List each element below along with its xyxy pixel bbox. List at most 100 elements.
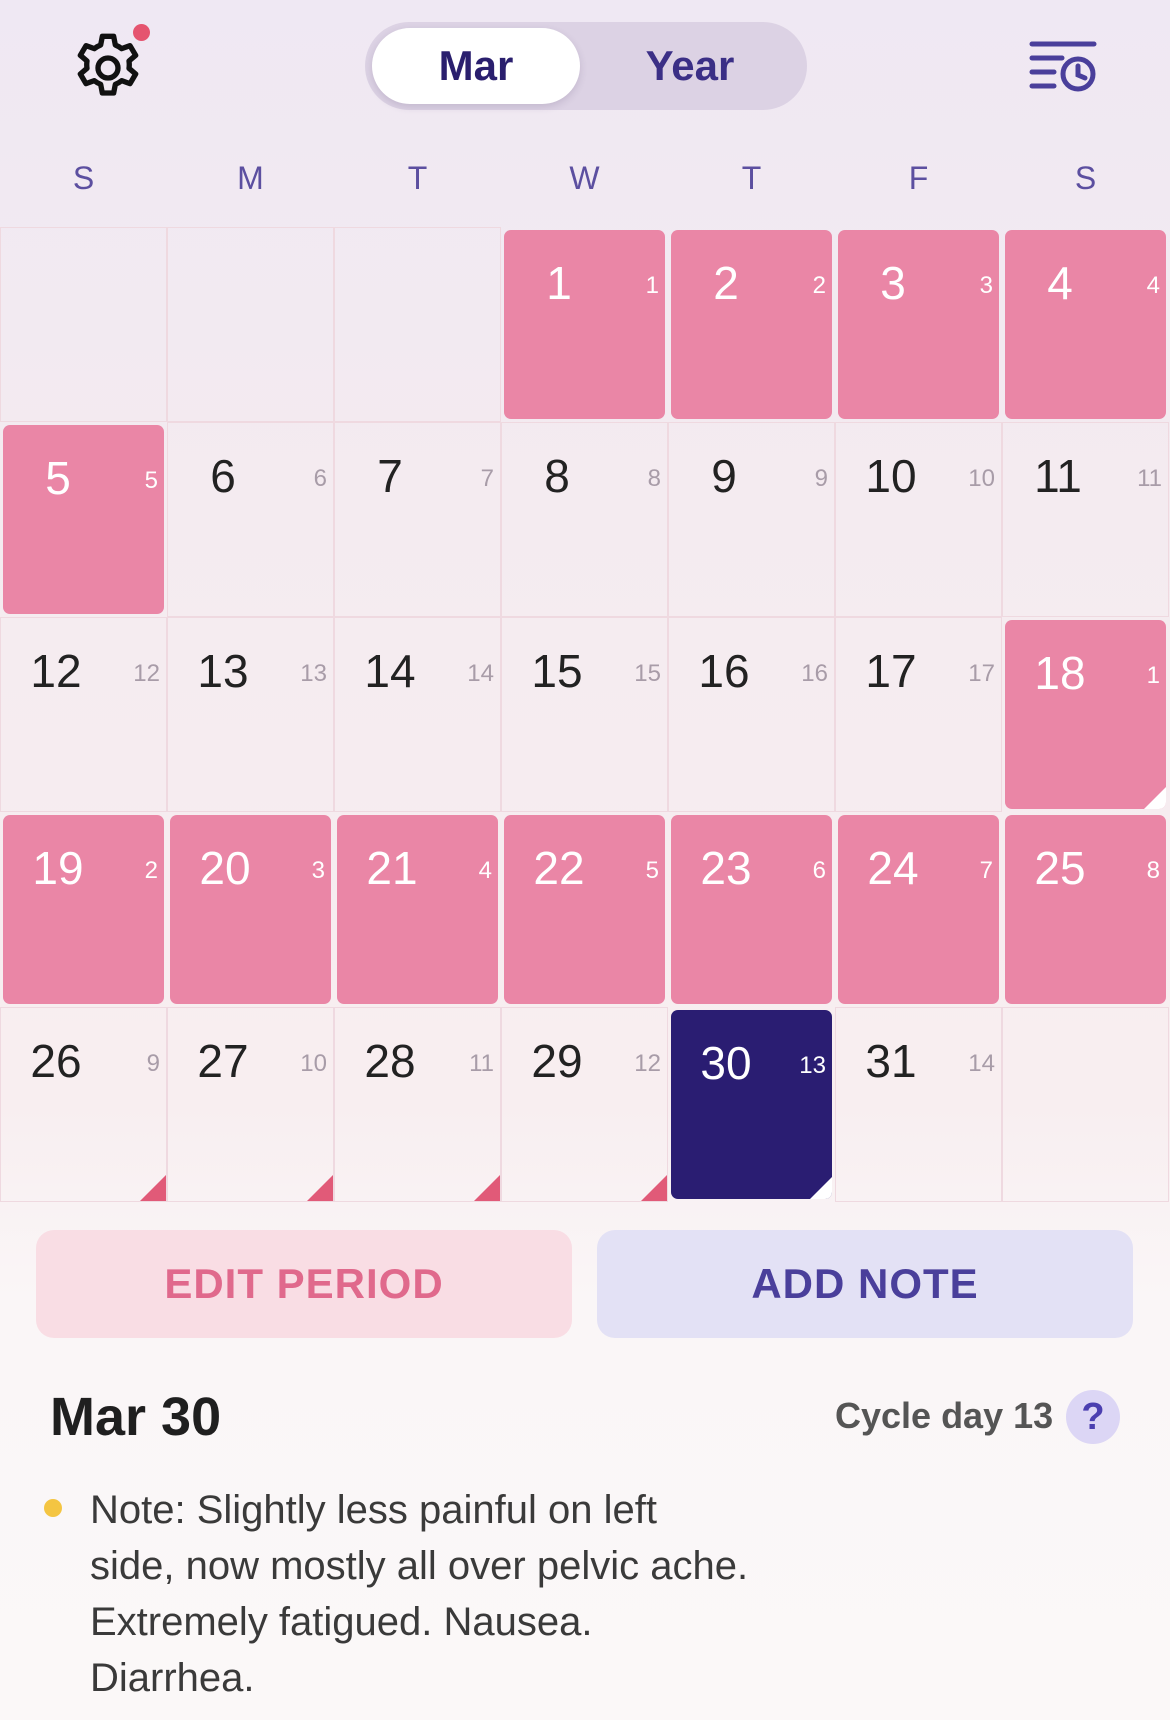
calendar-day-26[interactable]: 26 9 [0, 1007, 167, 1202]
day-number: 3 [880, 257, 906, 309]
day-number: 8 [544, 450, 570, 502]
edit-period-button[interactable]: EDIT PERIOD [36, 1230, 572, 1338]
weekday-header: S M T W T F S [0, 160, 1170, 210]
day-number: 9 [711, 450, 737, 502]
calendar-day-4[interactable]: 44 [1005, 230, 1166, 419]
cycle-day-number: 14 [968, 1050, 995, 1077]
note-indicator-icon [473, 1174, 500, 1201]
notification-dot [133, 24, 150, 41]
cycle-day-number: 9 [146, 1050, 160, 1077]
calendar-day-5[interactable]: 55 [3, 425, 164, 614]
calendar-day-6[interactable]: 66 [167, 422, 334, 617]
cycle-day-number: 4 [478, 857, 492, 884]
calendar-day-19[interactable]: 19 2 [3, 815, 164, 1004]
calendar-day-13[interactable]: 13 13 [167, 617, 334, 812]
weekday-label: T [741, 160, 762, 196]
help-button[interactable]: ? [1066, 1390, 1120, 1444]
day-number: 21 [366, 842, 418, 894]
note-indicator-icon [306, 1174, 333, 1201]
calendar-day-28[interactable]: 28 11 [334, 1007, 501, 1202]
calendar-day-14[interactable]: 14 14 [334, 617, 501, 812]
calendar-day-31[interactable]: 31 14 [835, 1007, 1002, 1202]
empty-day-cell [0, 227, 167, 422]
calendar-day-18[interactable]: 18 1 [1005, 620, 1166, 809]
day-number: 4 [1047, 257, 1073, 309]
day-number: 22 [533, 842, 585, 894]
view-toggle: Mar Year [365, 22, 807, 110]
cycle-day-number: 8 [1146, 857, 1160, 884]
calendar-day-21[interactable]: 21 4 [337, 815, 498, 1004]
gear-icon [77, 33, 139, 96]
cycle-day-number: 2 [812, 272, 826, 299]
calendar-day-12[interactable]: 12 12 [0, 617, 167, 812]
calendar-day-1[interactable]: 11 [504, 230, 665, 419]
tab-month[interactable]: Mar [372, 28, 580, 104]
calendar-day-2[interactable]: 22 [671, 230, 832, 419]
settings-button[interactable] [68, 28, 148, 108]
history-list-icon [1029, 41, 1097, 92]
cycle-day-number: 5 [645, 857, 659, 884]
cycle-day-number: 16 [801, 660, 828, 687]
cycle-day-number: 6 [812, 857, 826, 884]
calendar-day-17[interactable]: 17 17 [835, 617, 1002, 812]
calendar-day-22[interactable]: 22 5 [504, 815, 665, 1004]
day-number: 2 [713, 257, 739, 309]
add-note-button[interactable]: ADD NOTE [597, 1230, 1133, 1338]
day-number: 5 [45, 452, 71, 504]
history-button[interactable] [1028, 38, 1100, 98]
cycle-day-number: 12 [634, 1050, 661, 1077]
day-number: 27 [197, 1035, 249, 1087]
day-number: 31 [865, 1035, 917, 1087]
day-number: 6 [210, 450, 236, 502]
calendar-day-24[interactable]: 24 7 [838, 815, 999, 1004]
note-indicator-icon [810, 1177, 832, 1199]
day-number: 14 [364, 645, 416, 697]
day-number: 19 [32, 842, 84, 894]
calendar-day-27[interactable]: 27 10 [167, 1007, 334, 1202]
day-number: 24 [867, 842, 919, 894]
calendar-day-23[interactable]: 23 6 [671, 815, 832, 1004]
cycle-day-number: 8 [647, 465, 661, 492]
note-indicator-icon [139, 1174, 166, 1201]
calendar-day-7[interactable]: 77 [334, 422, 501, 617]
calendar-day-30[interactable]: 30 13 [671, 1010, 832, 1199]
empty-day-cell [1002, 1007, 1169, 1202]
note-indicator-icon [1144, 787, 1166, 809]
note-bullet-icon [44, 1499, 62, 1517]
cycle-day-number: 13 [300, 660, 327, 687]
day-number: 20 [199, 842, 251, 894]
calendar-day-10[interactable]: 10 10 [835, 422, 1002, 617]
cycle-day-number: 4 [1146, 272, 1160, 299]
cycle-day-number: 7 [979, 857, 993, 884]
day-number: 25 [1034, 842, 1086, 894]
calendar-day-20[interactable]: 20 3 [170, 815, 331, 1004]
weekday-label: W [569, 160, 600, 196]
day-number: 26 [30, 1035, 82, 1087]
calendar-day-15[interactable]: 15 15 [501, 617, 668, 812]
tab-year[interactable]: Year [580, 28, 800, 104]
calendar-day-11[interactable]: 11 11 [1002, 422, 1169, 617]
day-number: 17 [865, 645, 917, 697]
calendar-day-25[interactable]: 25 8 [1005, 815, 1166, 1004]
cycle-day-number: 15 [634, 660, 661, 687]
cycle-day-number: 11 [1137, 465, 1162, 492]
calendar-day-3[interactable]: 33 [838, 230, 999, 419]
cycle-day-number: 17 [968, 660, 995, 687]
calendar-day-29[interactable]: 29 12 [501, 1007, 668, 1202]
day-number: 30 [700, 1037, 752, 1089]
calendar-day-16[interactable]: 16 16 [668, 617, 835, 812]
day-number: 10 [865, 450, 917, 502]
empty-day-cell [334, 227, 501, 422]
action-row: EDIT PERIOD ADD NOTE [36, 1230, 1134, 1338]
note-text: Note: Slightly less painful on left side… [90, 1488, 749, 1700]
cycle-day-number: 13 [799, 1052, 826, 1079]
cycle-day-number: 6 [313, 465, 327, 492]
day-number: 7 [377, 450, 403, 502]
day-number: 23 [700, 842, 752, 894]
calendar-day-8[interactable]: 88 [501, 422, 668, 617]
day-number: 16 [698, 645, 750, 697]
cycle-day-number: 12 [133, 660, 160, 687]
cycle-day-number: 2 [144, 857, 158, 884]
calendar-day-9[interactable]: 99 [668, 422, 835, 617]
day-number: 11 [1034, 450, 1082, 502]
